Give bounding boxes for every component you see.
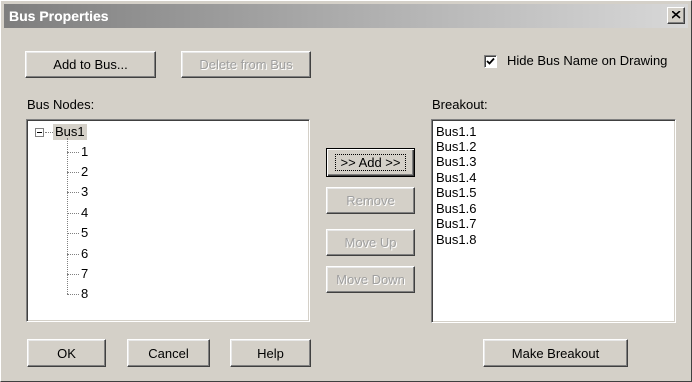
cancel-button[interactable]: Cancel — [127, 339, 210, 367]
cancel-label: Cancel — [148, 345, 189, 361]
title-bar: Bus Properties — [4, 4, 688, 28]
tree-node-bus1[interactable]: Bus1 — [53, 124, 87, 140]
close-button[interactable] — [667, 7, 685, 24]
tree-connector — [67, 192, 79, 193]
tree-node[interactable]: 5 — [81, 225, 88, 241]
move-up-label: Move Up — [344, 235, 397, 250]
move-up-button[interactable]: Move Up — [326, 229, 415, 256]
breakout-label: Breakout: — [432, 97, 488, 112]
tree-connector — [67, 138, 68, 294]
help-label: Help — [257, 345, 284, 361]
tree-node[interactable]: 4 — [81, 205, 88, 221]
ok-label: OK — [57, 345, 76, 361]
collapse-expander-icon[interactable] — [35, 128, 44, 137]
list-item[interactable]: Bus1.5 — [436, 185, 476, 200]
remove-label: Remove — [346, 193, 395, 208]
list-item[interactable]: Bus1.2 — [436, 139, 476, 154]
list-item[interactable]: Bus1.6 — [436, 201, 476, 216]
list-item[interactable]: Bus1.3 — [436, 154, 476, 169]
tree-connector — [67, 172, 79, 173]
bus-nodes-label: Bus Nodes: — [27, 97, 95, 112]
close-icon — [672, 11, 681, 19]
bus-properties-dialog: Bus Properties Add to Bus... Delete from… — [0, 0, 692, 382]
add-label: >> Add >> — [335, 154, 406, 171]
add-button[interactable]: >> Add >> — [326, 148, 415, 177]
tree-connector — [67, 152, 79, 153]
breakout-list[interactable]: Bus1.1 Bus1.2 Bus1.3 Bus1.4 Bus1.5 Bus1.… — [431, 119, 676, 323]
bus-nodes-tree[interactable]: Bus1 1 2 3 4 5 6 7 8 — [26, 119, 310, 322]
add-to-bus-label: Add to Bus... — [53, 57, 128, 72]
tree-connector — [67, 254, 79, 255]
delete-from-bus-button[interactable]: Delete from Bus — [181, 51, 311, 78]
tree-node[interactable]: 8 — [81, 286, 88, 302]
move-down-button[interactable]: Move Down — [326, 266, 415, 293]
tree-node[interactable]: 6 — [81, 246, 88, 262]
make-breakout-label: Make Breakout — [511, 345, 600, 361]
list-item[interactable]: Bus1.7 — [436, 216, 476, 231]
tree-connector — [67, 274, 79, 275]
add-to-bus-button[interactable]: Add to Bus... — [25, 51, 156, 78]
hide-bus-name-checkbox[interactable] — [484, 55, 497, 68]
list-item[interactable]: Bus1.1 — [436, 124, 476, 139]
window-title: Bus Properties — [9, 8, 109, 24]
tree-node[interactable]: 3 — [81, 184, 88, 200]
delete-from-bus-label: Delete from Bus — [199, 57, 293, 72]
tree-connector — [67, 233, 79, 234]
tree-connector — [67, 294, 79, 295]
checkmark-icon — [486, 57, 495, 65]
tree-node[interactable]: 7 — [81, 266, 88, 282]
hide-bus-name-label: Hide Bus Name on Drawing — [507, 53, 668, 68]
move-down-label: Move Down — [336, 272, 405, 287]
remove-button[interactable]: Remove — [326, 187, 415, 214]
tree-node[interactable]: 1 — [81, 144, 88, 160]
tree-connector — [45, 132, 53, 133]
list-item[interactable]: Bus1.8 — [436, 232, 476, 247]
list-item[interactable]: Bus1.4 — [436, 170, 476, 185]
help-button[interactable]: Help — [230, 339, 311, 367]
tree-node[interactable]: 2 — [81, 164, 88, 180]
ok-button[interactable]: OK — [27, 339, 106, 367]
tree-connector — [67, 213, 79, 214]
make-breakout-button[interactable]: Make Breakout — [483, 339, 628, 367]
